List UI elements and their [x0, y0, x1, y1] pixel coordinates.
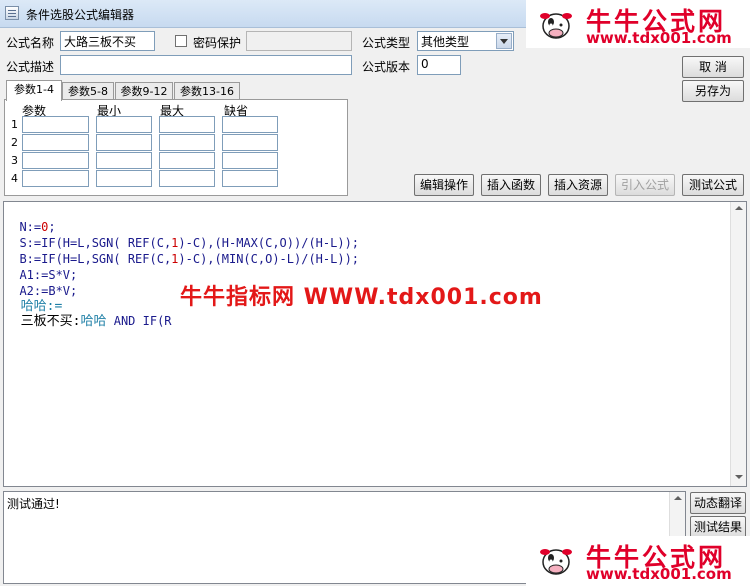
formula-type-value: 其他类型: [421, 35, 470, 49]
formula-desc-label: 公式描述: [6, 60, 55, 74]
insert-resource-button[interactable]: 插入资源: [548, 174, 608, 196]
param-max-input[interactable]: [159, 134, 215, 151]
password-label: 密码保护: [193, 36, 242, 50]
password-checkbox[interactable]: [175, 35, 187, 47]
tab-params-1-4[interactable]: 参数1-4: [6, 80, 62, 101]
scroll-down-icon[interactable]: [731, 470, 747, 486]
scroll-up-icon[interactable]: [670, 492, 686, 508]
param-row-number: 4: [11, 172, 18, 185]
logo-url: www.tdx001.com: [586, 29, 732, 47]
cancel-button[interactable]: 取 消: [682, 56, 744, 78]
app-icon: [5, 6, 19, 20]
param-max-input[interactable]: [159, 116, 215, 133]
param-row-number: 1: [11, 118, 18, 131]
tab-params-13-16[interactable]: 参数13-16: [174, 82, 240, 100]
formula-type-label: 公式类型: [362, 36, 411, 50]
cow-icon: [540, 13, 572, 39]
code-token: 哈哈: [80, 314, 107, 329]
param-min-input[interactable]: [96, 170, 152, 187]
param-min-input[interactable]: [96, 134, 152, 151]
import-formula-button[interactable]: 引入公式: [615, 174, 675, 196]
code-token: AND IF(R: [106, 314, 172, 328]
scroll-up-icon[interactable]: [731, 202, 747, 218]
param-name-input[interactable]: [22, 152, 89, 169]
test-result-button[interactable]: 测试结果: [690, 516, 746, 538]
cow-icon: [540, 549, 572, 575]
param-name-input[interactable]: [22, 170, 89, 187]
param-default-input[interactable]: [222, 170, 278, 187]
save-as-button[interactable]: 另存为: [682, 80, 744, 102]
editor-scrollbar[interactable]: [730, 202, 746, 486]
code-token: )-C),(MIN(C,O)-L)/(H-L));: [178, 252, 360, 266]
formula-type-select[interactable]: 其他类型: [417, 31, 514, 51]
formula-name-input[interactable]: 大路三板不买: [60, 31, 155, 51]
code-line: 三板不买:哈哈 AND IF(R: [5, 297, 172, 330]
edit-operation-button[interactable]: 编辑操作: [414, 174, 474, 196]
dynamic-translate-button[interactable]: 动态翻译: [690, 492, 746, 514]
tab-params-9-12[interactable]: 参数9-12: [115, 82, 173, 100]
tab-params-5-8[interactable]: 参数5-8: [62, 82, 114, 100]
param-name-input[interactable]: [22, 134, 89, 151]
window-title: 条件选股公式编辑器: [26, 8, 135, 22]
formula-version-label: 公式版本: [362, 60, 411, 74]
param-row-number: 3: [11, 154, 18, 167]
output-text: 测试通过!: [7, 497, 60, 511]
param-min-input[interactable]: [96, 116, 152, 133]
test-formula-button[interactable]: 测试公式: [682, 174, 744, 196]
param-min-input[interactable]: [96, 152, 152, 169]
param-max-input[interactable]: [159, 170, 215, 187]
watermark: 牛牛指标网 WWW.tdx001.com: [180, 285, 543, 310]
param-name-input[interactable]: [22, 116, 89, 133]
formula-version-input[interactable]: 0: [417, 55, 461, 75]
formula-name-label: 公式名称: [6, 36, 55, 50]
insert-function-button[interactable]: 插入函数: [481, 174, 541, 196]
param-max-input[interactable]: [159, 152, 215, 169]
chevron-down-icon[interactable]: [496, 33, 512, 49]
param-row-number: 2: [11, 136, 18, 149]
code-token: 三板不买:: [20, 314, 81, 329]
logo-url: www.tdx001.com: [586, 565, 732, 583]
param-default-input[interactable]: [222, 134, 278, 151]
param-default-input[interactable]: [222, 152, 278, 169]
formula-desc-input[interactable]: [60, 55, 352, 75]
param-default-input[interactable]: [222, 116, 278, 133]
logo-bottom: 牛牛公式网 www.tdx001.com: [526, 536, 750, 586]
password-input[interactable]: [246, 31, 352, 51]
logo-top: 牛牛公式网 www.tdx001.com: [526, 0, 750, 48]
